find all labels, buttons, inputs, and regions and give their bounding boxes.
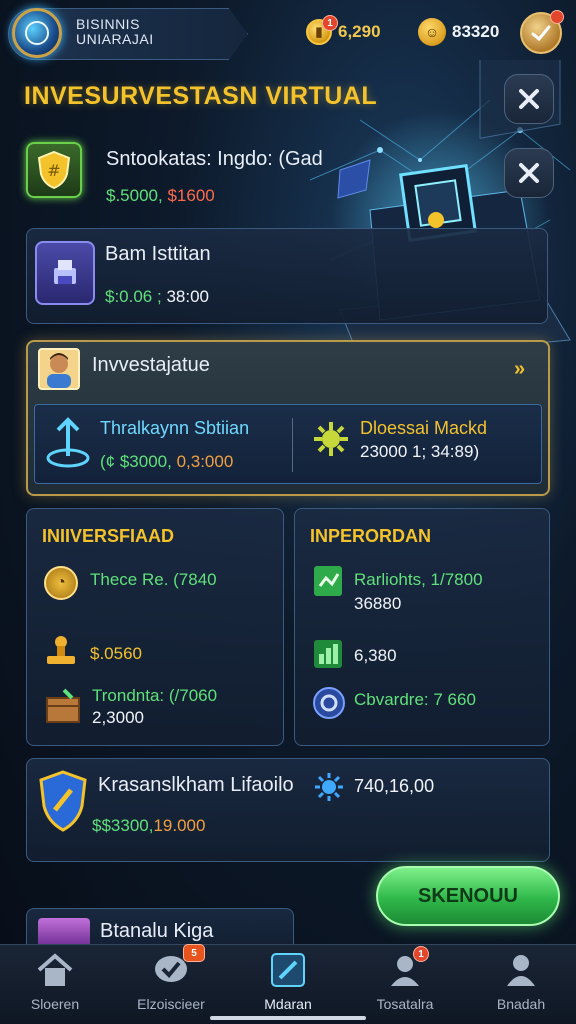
panel-row: $.0560 (90, 644, 142, 663)
vault-icon (312, 686, 346, 720)
currency-gold[interactable]: ▮ 1 6,290 (306, 15, 381, 48)
featured-left-title: Thralkaynn Sbtiian (100, 418, 250, 438)
dismiss-button[interactable] (504, 148, 554, 198)
portfolio-right-value: 740,16,00 (354, 776, 435, 796)
investor-avatar (38, 348, 80, 390)
featured-left-value: (¢ $3000, 0,3:000 (100, 452, 234, 471)
portfolio-title: Krasanslkham Lifaoilo (98, 774, 294, 796)
panel-title: INIIVERSFIAAD (42, 526, 175, 546)
nav-item-chat[interactable]: 5 Elzoiscieer (116, 944, 226, 1020)
nav-item-home[interactable]: Sloeren (0, 950, 110, 1020)
home-indicator[interactable] (210, 1016, 366, 1020)
page-title: INVESURVESTASN VIRTUAL (24, 82, 378, 110)
nav-label: Sloeren (30, 996, 80, 1012)
close-button[interactable] (504, 74, 554, 124)
gold-coin-icon: ▮ 1 (306, 15, 338, 45)
nav-label: Mdaran (264, 996, 312, 1012)
currency-gems-value: 83320 (452, 22, 500, 41)
chat-check-icon: 5 (151, 944, 205, 990)
edit-icon (268, 950, 308, 990)
panel-row: Cbvardre: 7 660 (354, 690, 476, 709)
featured-title: Invvestajatue (92, 354, 210, 376)
svg-text:#: # (47, 161, 60, 180)
primary-action-button[interactable]: SKENOUU (376, 866, 560, 926)
nav-badge: 5 (183, 944, 205, 962)
printer-icon (35, 241, 95, 305)
panel-row: 6,380 (354, 646, 397, 665)
panel-row-sub: 36880 (354, 594, 402, 613)
nav-badge: 1 (413, 946, 429, 962)
featured-right-title: Dloessai Mackd (360, 418, 488, 438)
investment-value: $.5000, $1600 (106, 186, 215, 205)
close-icon (519, 163, 539, 183)
clock-coin-icon: ◔ (44, 566, 78, 600)
nav-label: Elzoiscieer (137, 996, 205, 1012)
investment-title: Sntookatas: Ingdo: (Gad (106, 148, 323, 170)
smile-coin-icon: ☺ (418, 18, 446, 46)
home-icon (35, 950, 75, 990)
users-icon: 1 (385, 946, 429, 990)
compass-icon (25, 21, 49, 45)
gear-icon (312, 420, 350, 458)
featured-right-value: 23000 1; 34:89) (360, 442, 480, 461)
investment-item[interactable]: # Sntookatas: Ingdo: (Gad $.5000, $1600 (24, 138, 494, 218)
stamp-icon (44, 634, 78, 668)
brand-name: BISINNIS UNIARAJAI (76, 16, 154, 47)
partial-card-title: Btanalu Kiga (100, 920, 214, 942)
currency-badge: 1 (322, 15, 338, 31)
crate-icon (44, 688, 82, 724)
chart-icon (312, 638, 344, 670)
panel-row-sub: 2,3000 (92, 708, 144, 727)
panel-row: Rarliohts, 1/7800 (354, 570, 483, 589)
panel-row: Thece Re. (7840 (90, 570, 217, 589)
divider (292, 418, 293, 472)
currency-gems[interactable]: ☺ 83320 (418, 16, 499, 48)
anchor-icon (44, 414, 92, 470)
portfolio-value: $$3300,19.000 (92, 816, 206, 835)
chevron-right-icon[interactable]: » (514, 358, 525, 381)
investment-card[interactable]: Bam Isttitan $:0.06 ; 38:00 (26, 228, 548, 324)
nav-item-main[interactable]: Mdaran (233, 950, 343, 1020)
avatar[interactable] (12, 8, 62, 58)
nav-item-team[interactable]: 1 Tosatalra (350, 946, 460, 1020)
investment-value: $:0.06 ; 38:00 (105, 287, 209, 306)
nav-item-profile[interactable]: Bnadah (466, 950, 576, 1020)
shield-icon: # (26, 142, 82, 198)
sun-gear-icon (314, 772, 344, 802)
badge-shield-icon (38, 770, 88, 832)
user-icon (501, 950, 541, 990)
nav-label: Tosatalra (376, 996, 434, 1012)
currency-gold-value: 6,290 (338, 22, 381, 41)
panel-row: Trondnta: (/7060 (92, 686, 218, 705)
settings-notification (550, 10, 564, 24)
investment-title: Bam Isttitan (105, 243, 211, 265)
nav-label: Bnadah (496, 996, 546, 1012)
document-icon (312, 564, 344, 598)
settings-button[interactable] (520, 10, 564, 54)
check-icon (531, 25, 551, 42)
panel-title: INPERORDAN (310, 526, 432, 546)
close-icon (519, 89, 539, 109)
